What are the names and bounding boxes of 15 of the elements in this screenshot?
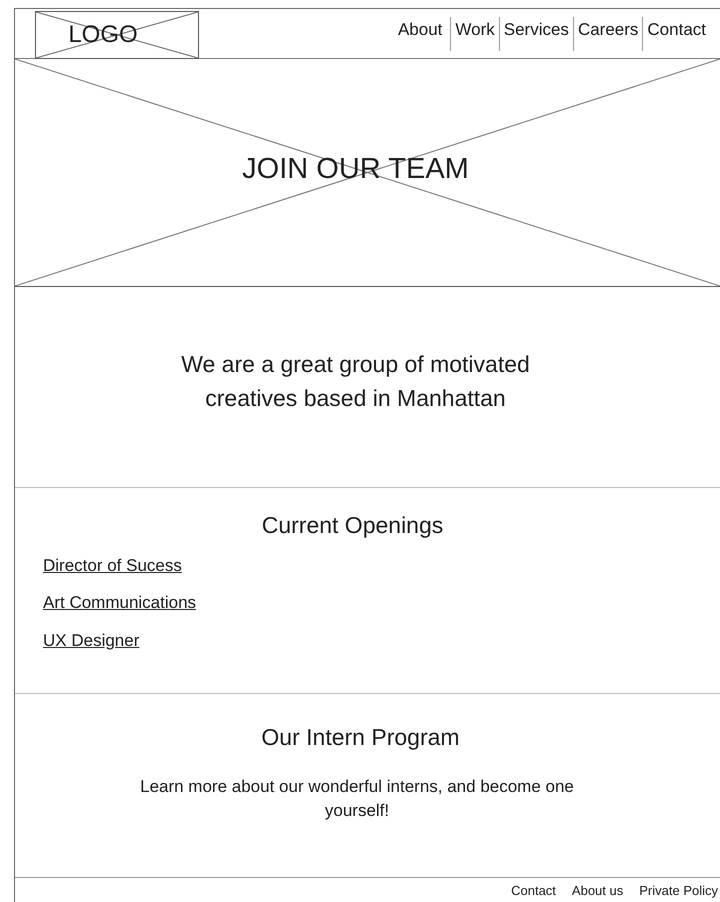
nav-link[interactable]: Careers xyxy=(572,17,642,51)
job-link[interactable]: Art Communications xyxy=(43,590,196,616)
intern-text: Learn more about our wonderful interns, and become one yourself! xyxy=(139,776,575,822)
nav-link[interactable]: Contact xyxy=(642,17,710,51)
section-heading: Our Intern Program xyxy=(260,723,461,752)
job-link[interactable]: UX Designer xyxy=(43,628,140,653)
nav-link[interactable]: Work xyxy=(450,17,499,51)
footer-link[interactable]: Private Policy xyxy=(639,880,718,900)
nav-link[interactable]: About xyxy=(390,17,450,51)
footer-link[interactable]: Contact xyxy=(511,880,556,900)
intro-text: We are a great group of motivated creatives based in Manhattan xyxy=(180,350,531,413)
footer-link[interactable]: About us xyxy=(572,880,624,900)
nav-link[interactable]: Services xyxy=(498,17,573,51)
job-link[interactable]: Director of Sucess xyxy=(43,552,182,578)
section-heading: Current Openings xyxy=(260,511,444,540)
